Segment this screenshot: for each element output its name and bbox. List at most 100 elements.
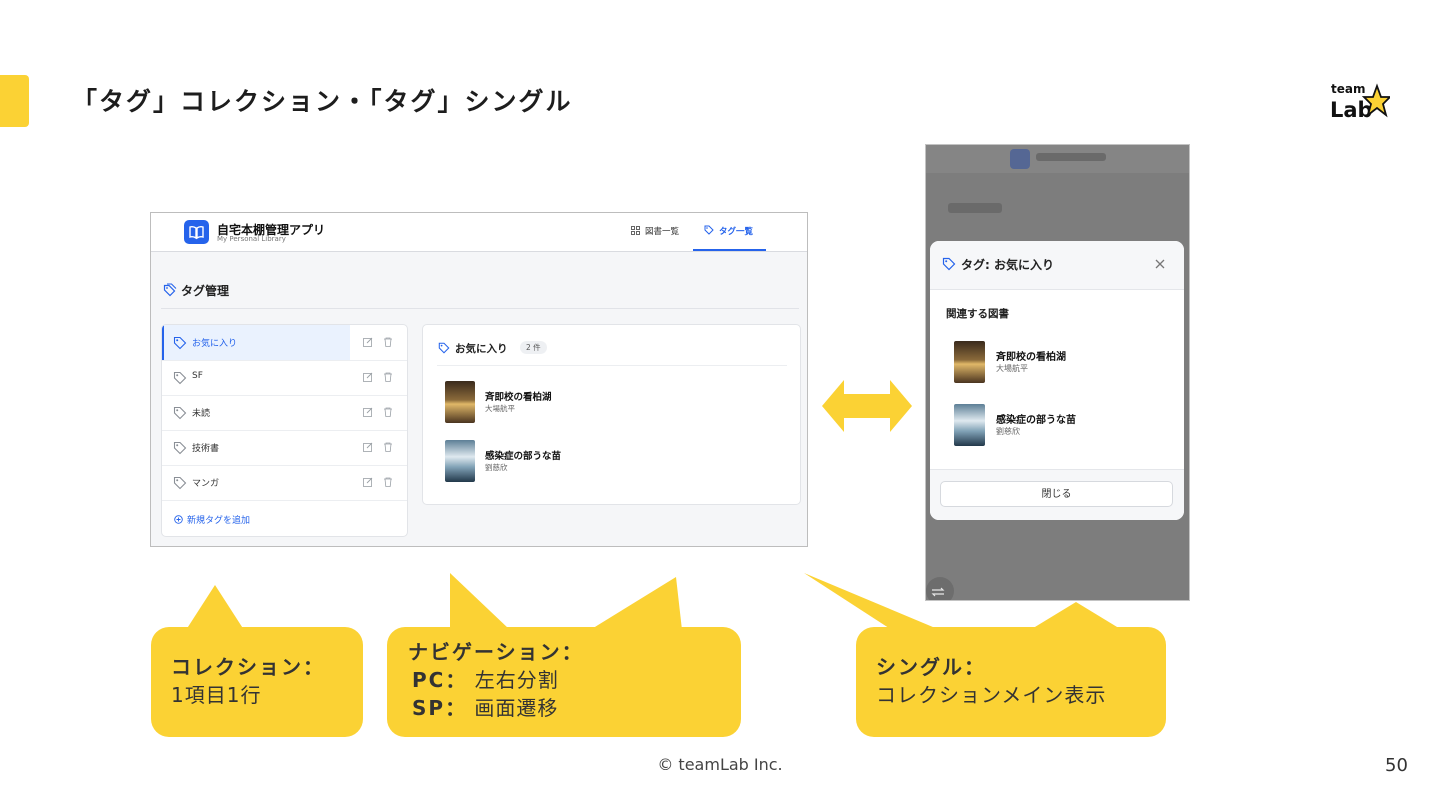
nav-active-indicator (693, 249, 766, 251)
tag-detail-panel: お気に入り 2 件 斉即校の看柏湖 大場航平 感染症の部うな苗 劉慈欣 (422, 324, 801, 505)
book-cover (954, 341, 985, 383)
close-icon[interactable] (1154, 258, 1166, 270)
callout-navigation-pc-label: PC： (412, 668, 468, 692)
tag-name: お気に入り (192, 339, 238, 349)
callout-collection-text: コレクション： 1項目1行 (171, 653, 325, 709)
callout-navigation-text: ナビゲーション： PC： 左右分割 SP： 画面遷移 (408, 638, 584, 722)
section-title-dimmed (948, 203, 1002, 213)
callout-navigation-sp-label: SP： (412, 696, 468, 720)
tag-row[interactable]: マンガ (162, 465, 407, 501)
page-number: 50 (1385, 755, 1408, 776)
tag-icon (173, 336, 187, 350)
book-author: 大場航平 (996, 364, 1028, 373)
edit-icon[interactable] (363, 477, 373, 487)
tail-navigation-right (590, 577, 682, 630)
callout-navigation: ナビゲーション： PC： 左右分割 SP： 画面遷移 (387, 627, 741, 737)
selected-highlight (162, 325, 350, 360)
callout-single: シングル： コレクションメイン表示 (856, 627, 1166, 737)
book-item[interactable]: 斉即校の看柏湖 大場航平 (954, 341, 1174, 385)
add-tag-label: 新規タグを追加 (187, 516, 251, 526)
book-title: 斉即校の看柏湖 (996, 352, 1066, 363)
plus-circle-icon (174, 515, 183, 524)
book-item[interactable]: 斉即校の看柏湖 大場航平 (445, 381, 775, 425)
edit-icon[interactable] (363, 442, 373, 452)
modal-title: タグ: お気に入り (961, 258, 1054, 272)
tag-row[interactable]: 技術書 (162, 430, 407, 466)
sp-header-dimmed (926, 145, 1189, 173)
trash-icon[interactable] (383, 407, 393, 417)
related-books-heading: 関連する図書 (946, 308, 1009, 320)
tag-modal: タグ: お気に入り 関連する図書 斉即校の看柏湖 大場航平 感染症の部うな苗 劉… (930, 241, 1184, 520)
grid-icon (631, 226, 640, 235)
app-header: 自宅本棚管理アプリ My Personal Library 図書一覧 タグ一覧 (151, 213, 807, 252)
book-cover (954, 404, 985, 446)
book-author: 劉慈欣 (996, 427, 1020, 436)
tag-name: SF (192, 371, 203, 381)
trash-icon[interactable] (383, 372, 393, 382)
callout-single-text: シングル： コレクションメイン表示 (876, 653, 1106, 709)
book-title: 感染症の部うな苗 (485, 451, 562, 462)
svg-text:team: team (1331, 82, 1365, 96)
book-item[interactable]: 感染症の部うな苗 劉慈欣 (445, 440, 775, 484)
nav-tag-list-label: タグ一覧 (719, 227, 754, 237)
app-subtitle: My Personal Library (217, 235, 286, 243)
tag-row[interactable]: お気に入り (162, 325, 407, 361)
book-open-icon (184, 220, 209, 244)
modal-header: タグ: お気に入り (930, 241, 1184, 290)
app-icon-dimmed (1010, 149, 1030, 169)
callout-collection-heading: コレクション： (171, 655, 325, 679)
tag-icon (173, 476, 187, 490)
section-divider (161, 308, 799, 309)
tag-name: 未読 (192, 409, 211, 419)
edit-icon[interactable] (363, 372, 373, 382)
section-title-text: タグ管理 (181, 284, 230, 298)
book-item[interactable]: 感染症の部うな苗 劉慈欣 (954, 404, 1174, 448)
modal-footer: 閉じる (930, 469, 1184, 520)
tag-name: 技術書 (192, 444, 220, 454)
tag-icon (173, 406, 187, 420)
detail-divider (437, 365, 787, 366)
nav-tag-list[interactable]: タグ一覧 (704, 225, 753, 237)
book-cover (445, 381, 475, 423)
detail-title: お気に入り (455, 343, 508, 355)
tail-single-right (1030, 602, 1122, 630)
callout-navigation-heading: ナビゲーション： (408, 640, 584, 664)
add-tag-button[interactable]: 新規タグを追加 (174, 513, 250, 526)
edit-icon[interactable] (363, 337, 373, 347)
trash-icon[interactable] (383, 477, 393, 487)
nav-book-list[interactable]: 図書一覧 (631, 225, 679, 237)
book-author: 大場航平 (485, 404, 515, 413)
tag-collection-list: お気に入り SF 未読 技術書 マンガ 新規タグを追加 (161, 324, 408, 537)
tag-icon (942, 257, 956, 271)
close-button[interactable]: 閉じる (940, 481, 1173, 507)
trash-icon[interactable] (383, 337, 393, 347)
section-title: タグ管理 (163, 282, 229, 299)
accent-bar (0, 75, 29, 127)
copyright: © teamLab Inc. (657, 755, 783, 774)
tag-icon (173, 371, 187, 385)
callout-single-body: コレクションメイン表示 (876, 683, 1107, 707)
tag-row[interactable]: SF (162, 360, 407, 396)
callout-single-heading: シングル： (876, 655, 986, 679)
tag-name: マンガ (192, 479, 220, 489)
book-cover (445, 440, 475, 482)
tail-collection (186, 585, 244, 630)
count-badge: 2 件 (520, 341, 547, 354)
tag-row[interactable]: 未読 (162, 395, 407, 431)
book-author: 劉慈欣 (485, 463, 508, 472)
callout-navigation-sp-body: 画面遷移 (474, 696, 559, 720)
nav-book-list-label: 図書一覧 (645, 227, 680, 237)
tag-icon (438, 342, 450, 354)
trash-icon[interactable] (383, 442, 393, 452)
book-title: 斉即校の看柏湖 (485, 392, 552, 403)
sp-screenshot: タグ: お気に入り 関連する図書 斉即校の看柏湖 大場航平 感染症の部うな苗 劉… (925, 144, 1190, 601)
tail-navigation-left (450, 573, 510, 630)
app-title-dimmed (1036, 153, 1106, 161)
callout-navigation-pc-body: 左右分割 (474, 668, 559, 692)
svg-text:Lab: Lab (1330, 98, 1373, 122)
double-arrow-icon (822, 380, 912, 432)
tag-icon (173, 441, 187, 455)
book-title: 感染症の部うな苗 (996, 415, 1076, 426)
edit-icon[interactable] (363, 407, 373, 417)
callout-collection-body: 1項目1行 (171, 683, 262, 707)
